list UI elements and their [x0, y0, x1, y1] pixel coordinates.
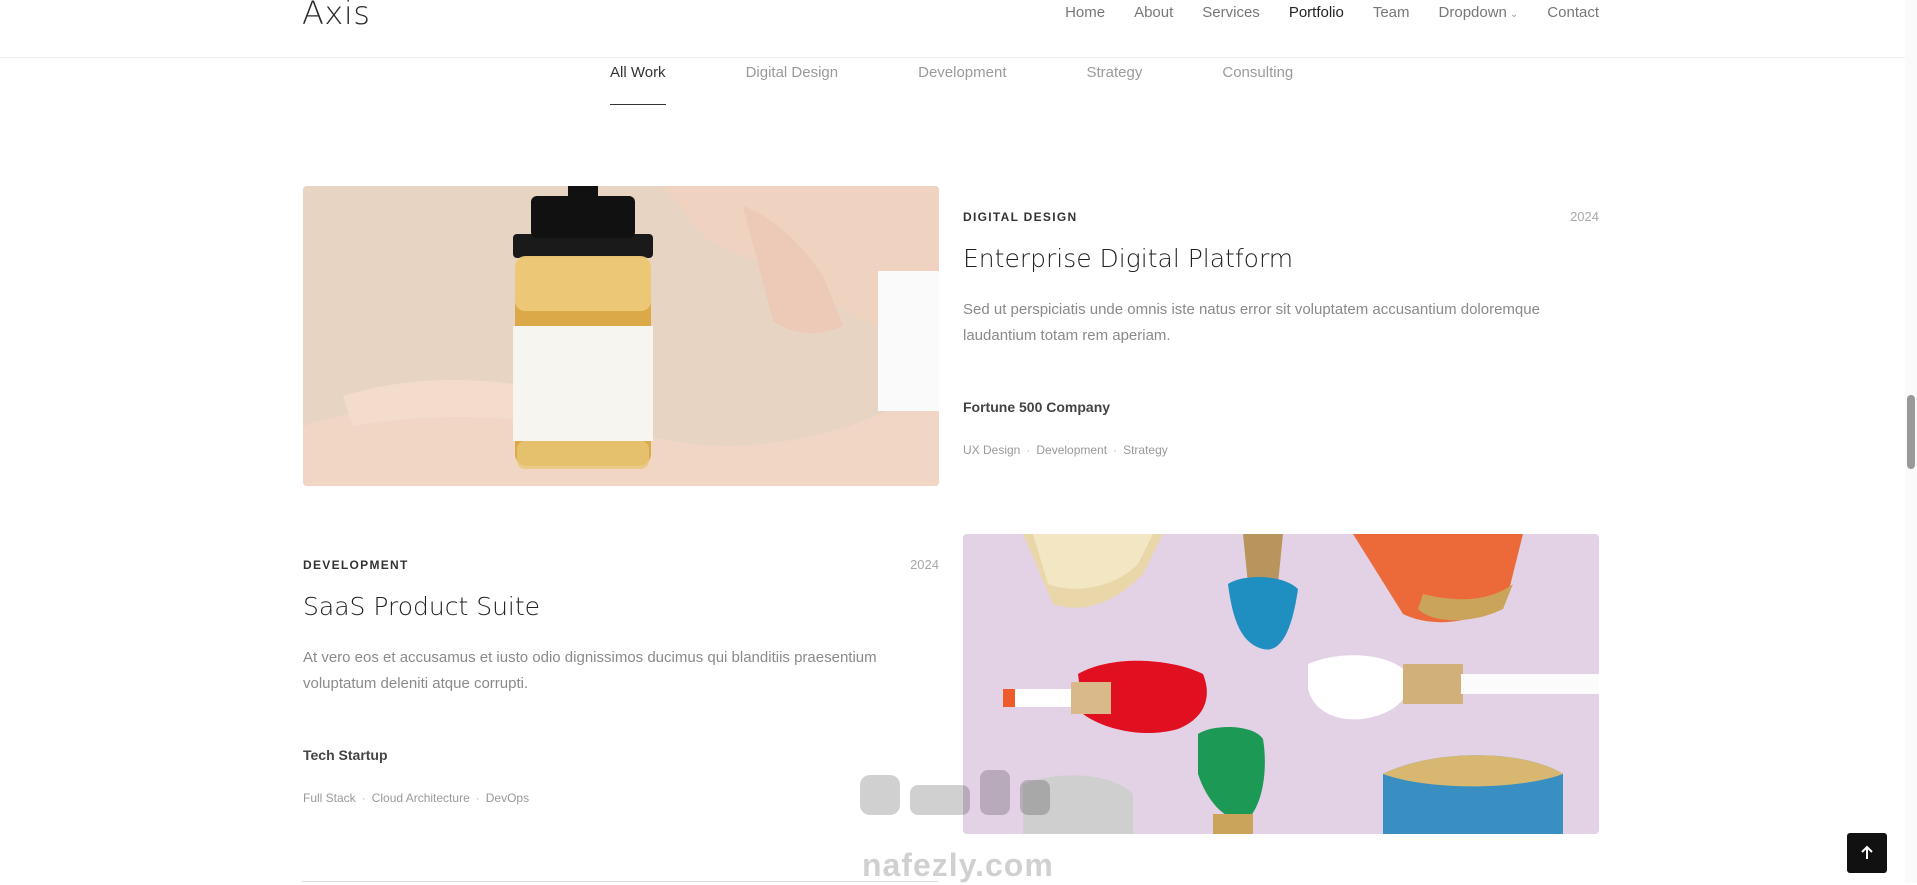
nav-contact[interactable]: Contact: [1547, 4, 1599, 21]
filter-digital-design[interactable]: Digital Design: [746, 64, 839, 81]
project-category: DEVELOPMENT: [303, 558, 409, 572]
nav-dropdown[interactable]: Dropdown ⌄: [1439, 4, 1519, 21]
paint-brushes-illustration: [963, 534, 1599, 834]
project-title[interactable]: Enterprise Digital Platform: [963, 244, 1293, 273]
project-tags: Full Stack · Cloud Architecture · DevOps: [303, 791, 529, 805]
tag: Full Stack: [303, 791, 356, 805]
nav-portfolio[interactable]: Portfolio: [1289, 4, 1344, 21]
tag-separator: ·: [361, 791, 366, 805]
scrollbar-thumb[interactable]: [1907, 395, 1915, 469]
scroll-top-button[interactable]: [1847, 833, 1887, 873]
tag: Strategy: [1123, 443, 1168, 457]
logo[interactable]: Axis: [302, 0, 370, 32]
project-title[interactable]: SaaS Product Suite: [303, 592, 540, 621]
tag-separator: ·: [1026, 443, 1031, 457]
nav-services[interactable]: Services: [1202, 4, 1260, 21]
project-year: 2024: [1570, 209, 1599, 224]
project-category: DIGITAL DESIGN: [963, 210, 1078, 224]
tag: DevOps: [485, 791, 530, 805]
filter-consulting[interactable]: Consulting: [1222, 64, 1293, 81]
filter-strategy[interactable]: Strategy: [1087, 64, 1143, 81]
project-client: Tech Startup: [303, 747, 388, 763]
project-description: Sed ut perspiciatis unde omnis iste natu…: [963, 301, 1540, 344]
tag: UX Design: [963, 443, 1021, 457]
project-client: Fortune 500 Company: [963, 399, 1111, 415]
portfolio-filters: All Work Digital Design Development Stra…: [610, 64, 1373, 105]
project-description: At vero eos et accusamus et iusto odio d…: [303, 649, 877, 692]
main-nav: Home About Services Portfolio Team Dropd…: [1065, 4, 1599, 21]
project-year: 2024: [910, 557, 939, 572]
site-header: Axis Home About Services Portfolio Team …: [0, 0, 1905, 58]
arrow-up-icon: [1861, 845, 1873, 859]
section-divider: [302, 881, 938, 882]
serum-bottle-illustration: [303, 186, 939, 486]
filter-development[interactable]: Development: [918, 64, 1006, 81]
tag-separator: ·: [1113, 443, 1118, 457]
filter-all-work[interactable]: All Work: [610, 64, 666, 105]
chevron-down-icon: ⌄: [1509, 9, 1519, 20]
project-tags: UX Design · Development · Strategy: [963, 443, 1168, 457]
nav-dropdown-label: Dropdown: [1438, 4, 1507, 21]
tag: Development: [1036, 443, 1108, 457]
scrollbar[interactable]: [1905, 0, 1917, 883]
project-image-serum-bottle[interactable]: [303, 186, 939, 486]
project-image-paint-brushes[interactable]: [963, 534, 1599, 834]
tag-separator: ·: [475, 791, 480, 805]
nav-about[interactable]: About: [1134, 4, 1173, 21]
nav-team[interactable]: Team: [1373, 4, 1410, 21]
watermark-text: nafezly.com: [862, 847, 1054, 883]
tag: Cloud Architecture: [371, 791, 470, 805]
nav-home[interactable]: Home: [1065, 4, 1105, 21]
